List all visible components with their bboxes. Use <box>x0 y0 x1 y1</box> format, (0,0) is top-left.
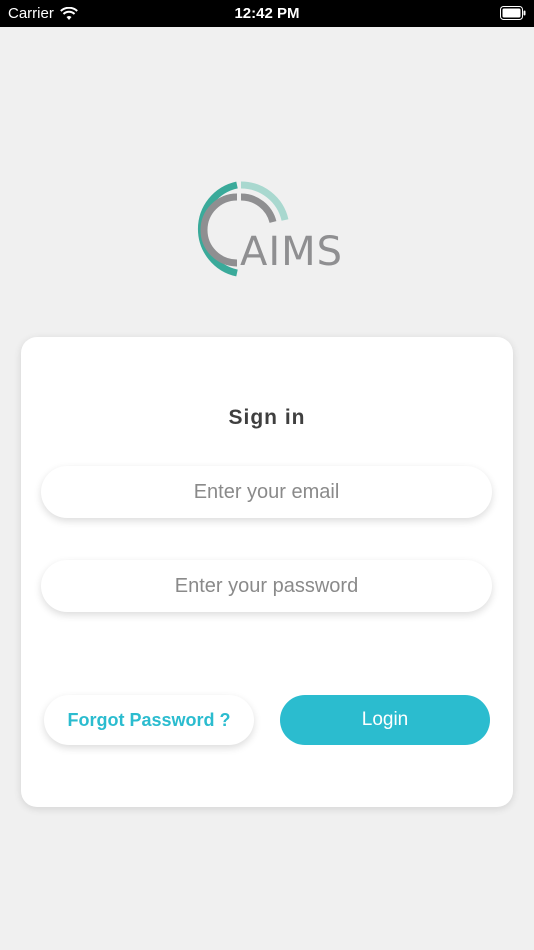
sign-in-card: Sign in Forgot Password ? Login <box>21 337 513 807</box>
forgot-password-button[interactable]: Forgot Password ? <box>44 695 254 745</box>
password-field[interactable] <box>41 560 492 612</box>
logo-text: AIMS <box>240 229 344 275</box>
status-bar: Carrier 12:42 PM <box>0 0 534 27</box>
battery-icon <box>500 6 526 20</box>
login-button[interactable]: Login <box>280 695 490 745</box>
aims-logo: AIMS <box>190 180 350 280</box>
clock: 12:42 PM <box>234 5 300 22</box>
sign-in-title: Sign in <box>228 406 306 429</box>
login-label: Login <box>361 709 409 730</box>
forgot-password-label: Forgot Password ? <box>67 709 231 730</box>
email-field[interactable] <box>41 466 492 518</box>
